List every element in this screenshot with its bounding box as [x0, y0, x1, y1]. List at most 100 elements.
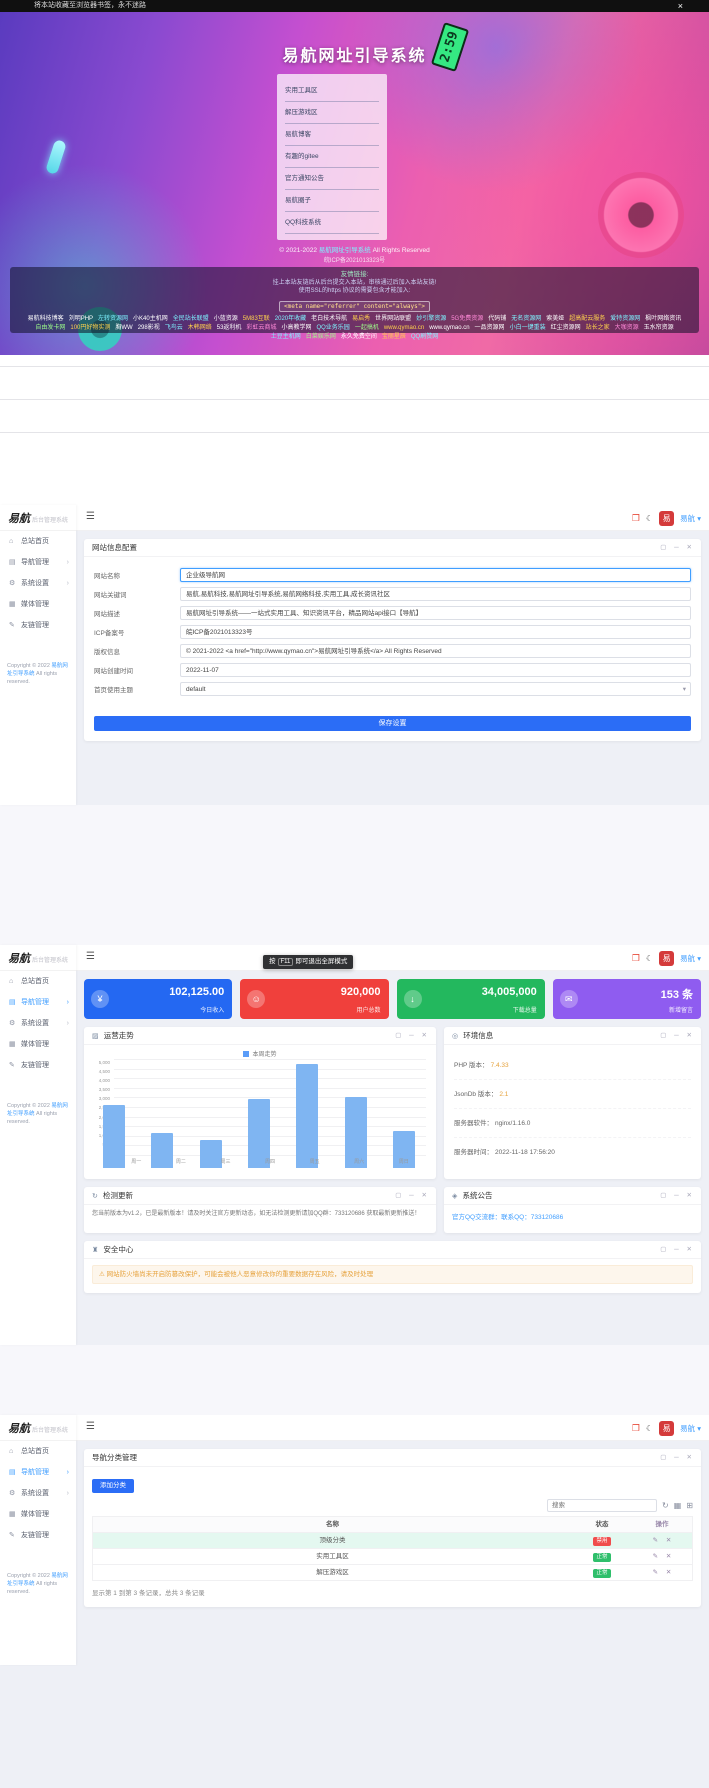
hamburger-icon[interactable]: ☰ [86, 511, 95, 522]
sidebar-item[interactable]: ▤ 导航管理 › [0, 552, 76, 573]
dark-mode-icon[interactable]: ☾ [646, 1424, 653, 1433]
icp-number[interactable]: 皖ICP备2021013323号 [0, 255, 709, 264]
sidebar-item[interactable]: ▦ 媒体管理 [0, 1034, 76, 1055]
share-icon[interactable]: ❐ [632, 953, 640, 964]
friend-link[interactable]: 玉水帘资源 [644, 324, 674, 333]
table-row[interactable]: 实用工具区 正常 ✎ ✕ [93, 1549, 692, 1565]
field-input[interactable]: 皖ICP备2021013323号 [180, 625, 691, 639]
hamburger-icon[interactable]: ☰ [86, 1421, 95, 1432]
sidebar-item[interactable]: ⌂ 总站首页 [0, 1441, 76, 1462]
friend-link[interactable]: 老白技术导航 [311, 315, 347, 324]
friend-link[interactable]: 索美娅 [546, 315, 564, 324]
field-input[interactable]: 2022-11-07 [180, 663, 691, 677]
sidebar-item[interactable]: ✎ 友链管理 [0, 1525, 76, 1546]
friend-link[interactable]: 世界网站联盟 [375, 315, 411, 324]
friend-link[interactable]: 左转资源网 [98, 315, 128, 324]
close-icon[interactable]: × [678, 0, 683, 12]
field-input[interactable]: 易航,易航科技,易航网址引导系统,易航网络科技,实用工具,成长资讯社区 [180, 587, 691, 601]
friend-link[interactable]: 全民站长联盟 [173, 315, 209, 324]
friend-link[interactable]: 红尘资源网 [551, 324, 581, 333]
menu-item[interactable]: 易航博客 [285, 124, 379, 146]
hamburger-icon[interactable]: ☰ [86, 951, 95, 962]
columns-icon[interactable]: ▦ [674, 1501, 682, 1510]
menu-item[interactable]: 有趣的gitee [285, 146, 379, 168]
friend-link[interactable]: 一品资源网 [475, 324, 505, 333]
window-controls[interactable]: ▢ ─ ✕ [395, 1027, 430, 1045]
sidebar-item[interactable]: ▤ 导航管理 › [0, 1462, 76, 1483]
friend-link[interactable]: 宝丽星辰 [382, 333, 406, 342]
friend-link[interactable]: www.qymao.cn [429, 324, 469, 333]
window-controls[interactable]: ▢ ─ ✕ [660, 539, 695, 557]
friend-link[interactable]: 53返利机 [217, 324, 242, 333]
save-button[interactable]: 保存设置 [94, 716, 691, 731]
user-menu[interactable]: 易航 ▾ [680, 953, 701, 964]
refresh-icon[interactable]: ↻ [662, 1501, 669, 1510]
delete-icon[interactable]: ✕ [666, 1537, 671, 1544]
stat-card[interactable]: ↓ 34,005,000 下载总量 [397, 979, 545, 1019]
friend-link[interactable]: 刘明PHP [69, 315, 93, 324]
friend-link[interactable]: 爱特资源网 [610, 315, 640, 324]
sidebar-item[interactable]: ▤ 导航管理 › [0, 992, 76, 1013]
friend-link[interactable]: 大咖资源 [615, 324, 639, 333]
friend-link[interactable]: 易启秀 [352, 315, 370, 324]
sidebar-item[interactable]: ⌂ 总站首页 [0, 971, 76, 992]
friend-link[interactable]: 永久免费空间 [341, 333, 377, 342]
menu-item[interactable]: 实用工具区 [285, 80, 379, 102]
dark-mode-icon[interactable]: ☾ [646, 514, 653, 523]
friend-link[interactable]: 超高配云服务 [569, 315, 605, 324]
stat-card[interactable]: ¥ 102,125.00 今日收入 [84, 979, 232, 1019]
friend-link[interactable]: 易航科技博客 [28, 315, 64, 324]
friend-link[interactable]: www.qymao.cn [384, 324, 424, 333]
friend-link[interactable]: 小白一键重装 [510, 324, 546, 333]
field-input[interactable]: 易航网址引导系统——一站式实用工具、知识资讯平台，精品网站api接口【导航】 [180, 606, 691, 620]
sidebar-item[interactable]: ✎ 友链管理 [0, 615, 76, 636]
window-controls[interactable]: ▢ ─ ✕ [660, 1027, 695, 1045]
window-controls[interactable]: ▢ ─ ✕ [660, 1449, 695, 1467]
dark-mode-icon[interactable]: ☾ [646, 954, 653, 963]
friend-link[interactable]: 5G免费资源 [451, 315, 483, 324]
delete-icon[interactable]: ✕ [666, 1553, 671, 1560]
sidebar-item[interactable]: ⚙ 系统设置 › [0, 1013, 76, 1034]
field-input[interactable]: © 2021-2022 <a href="http://www.qymao.cn… [180, 644, 691, 658]
notice-text[interactable]: 官方QQ交流群：联系QQ：733120686 [444, 1205, 701, 1227]
friend-link[interactable]: 无名资源网 [511, 315, 541, 324]
sidebar-item[interactable]: ⚙ 系统设置 › [0, 1483, 76, 1504]
friend-link[interactable]: 胸WW [115, 324, 132, 333]
stat-card[interactable]: ☺ 920,000 用户总数 [240, 979, 388, 1019]
sidebar-item[interactable]: ⌂ 总站首页 [0, 531, 76, 552]
friend-link[interactable]: 一起搞机 [355, 324, 379, 333]
friend-link[interactable]: 站长之家 [586, 324, 610, 333]
user-menu[interactable]: 易航 ▾ [680, 513, 701, 524]
menu-item[interactable]: 官方通知公告 [285, 168, 379, 190]
stat-card[interactable]: ✉ 153 条 新增留言 [553, 979, 701, 1019]
field-input[interactable]: default [180, 682, 691, 696]
friend-link[interactable]: 2020年收藏 [275, 315, 306, 324]
field-input[interactable]: 企业级导航网 [180, 568, 691, 582]
edit-icon[interactable]: ✎ [653, 1553, 658, 1560]
friend-link[interactable]: 小高教学网 [281, 324, 311, 333]
friend-link[interactable]: QQ刷赞网 [411, 333, 438, 342]
menu-item[interactable]: 解压游戏区 [285, 102, 379, 124]
friend-link[interactable]: 妙引擎资源 [416, 315, 446, 324]
friend-link[interactable]: 木韩网络 [188, 324, 212, 333]
friend-link[interactable]: 298影视 [138, 324, 160, 333]
sidebar-item[interactable]: ✎ 友链管理 [0, 1055, 76, 1076]
sidebar-item[interactable]: ⚙ 系统设置 › [0, 573, 76, 594]
avatar[interactable]: 易 [659, 1421, 674, 1436]
avatar[interactable]: 易 [659, 951, 674, 966]
friend-link[interactable]: 代码铺 [488, 315, 506, 324]
search-input[interactable] [547, 1499, 657, 1512]
menu-item[interactable]: QQ科技系统 [285, 212, 379, 234]
friend-link[interactable]: 土豆主机网 [271, 333, 301, 342]
fullscreen-icon[interactable]: ⊞ [686, 1501, 693, 1510]
edit-icon[interactable]: ✎ [653, 1537, 658, 1544]
friend-link[interactable]: 飞鸟云 [165, 324, 183, 333]
friend-link[interactable]: 彩虹云商城 [246, 324, 276, 333]
friend-link[interactable]: QQ业务乐园 [316, 324, 349, 333]
copyright-site-link[interactable]: 易航网址引导系统 [319, 247, 371, 254]
sidebar-item[interactable]: ▦ 媒体管理 [0, 594, 76, 615]
share-icon[interactable]: ❐ [632, 1423, 640, 1434]
friend-link[interactable]: 自由发卡网 [35, 324, 65, 333]
window-controls[interactable]: ▢ ─ ✕ [395, 1187, 430, 1205]
friend-link[interactable]: 枫叶网络资讯 [645, 315, 681, 324]
